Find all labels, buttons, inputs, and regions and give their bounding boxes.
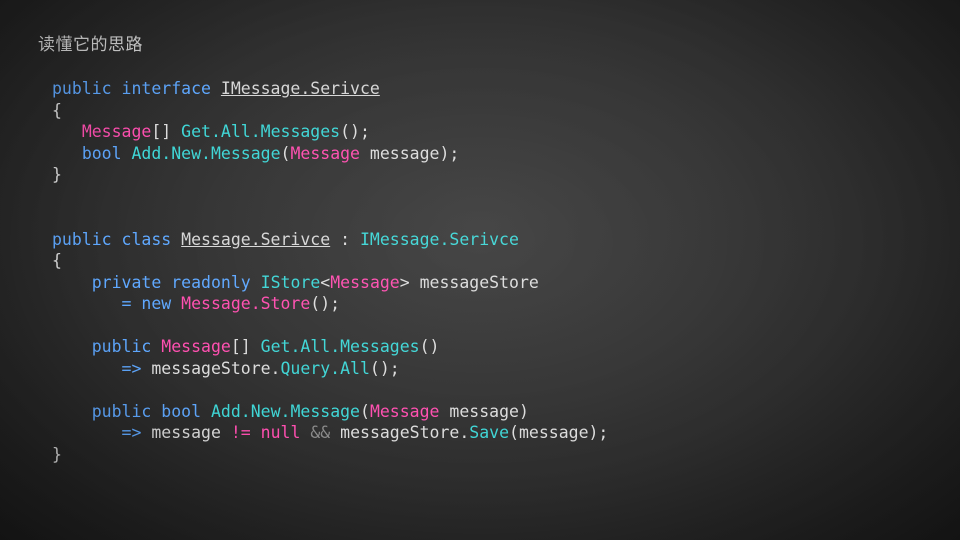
code-token: message) [439,401,529,421]
code-token: && [310,423,331,442]
code-token: bool [81,143,122,163]
code-token: Message [290,143,360,163]
code-token: } [52,165,62,184]
code-token: (); [369,358,400,378]
code-token: Add.New.Message [210,401,360,421]
code-line: => messageStore.Query.All(); [52,358,940,380]
code-token: (); [310,294,341,313]
code-token: public [91,401,152,421]
code-token: null [260,423,301,442]
code-token: != [230,423,251,442]
code-line: public Message[] Get.All.Messages() [52,336,940,358]
code-token: readonly [171,272,251,292]
code-token: [] [151,122,182,141]
code-line: => message != null && messageStore.Save(… [52,422,940,444]
code-token: Message [81,122,152,141]
code-token: Message [369,401,440,421]
code-line: public class Message.Serivce : IMessage.… [52,229,940,251]
code-token: IMessage.Serivce [359,229,519,249]
code-block: public interface IMessage.Serivce{ Messa… [52,78,940,465]
code-line: { [52,100,940,122]
code-token: [] [230,337,261,356]
code-token: ( [360,401,370,421]
code-token: message); [360,143,460,163]
code-token: Query.All [280,358,370,378]
slide-canvas: 读懂它的思路 public interface IMessage.Serivce… [0,0,960,540]
code-line: private readonly IStore<Message> message… [52,272,940,294]
code-line: } [52,164,940,186]
code-token: messageStore. [141,358,281,378]
code-line: = new Message.Store(); [52,293,940,315]
code-token: { [52,100,62,120]
code-token: IMessage.Serivce [220,79,380,98]
code-token: => [121,423,142,442]
code-token: IStore [260,272,321,292]
code-line: } [52,444,940,466]
code-token: Get.All.Messages [260,337,420,356]
code-line: public bool Add.New.Message(Message mess… [52,401,940,423]
code-token: => [121,358,142,378]
code-token: private [91,272,162,292]
code-token: { [52,251,62,270]
code-token: public [52,79,112,98]
code-token: public [91,337,152,356]
code-token: Save [469,423,510,442]
code-token: class [121,229,172,249]
code-token: () [419,337,440,356]
code-token: > messageStore [399,272,539,292]
code-token: (message); [509,423,609,442]
code-token: Message [161,337,231,356]
code-token: new [141,294,172,313]
code-line: bool Add.New.Message(Message message); [52,143,940,165]
code-token: public [52,229,112,249]
code-token: Get.All.Messages [181,122,341,141]
code-token: (); [340,122,370,141]
code-token: Add.New.Message [131,143,281,163]
code-token: Message [330,272,400,292]
page-title: 读懂它的思路 [38,35,143,55]
code-line: public interface IMessage.Serivce [52,78,940,100]
code-line: Message[] Get.All.Messages(); [52,121,940,143]
code-token: messageStore. [330,423,470,442]
code-token: Message.Serivce [181,229,331,249]
code-token: : [330,229,360,249]
code-token: = [52,294,142,313]
code-token: ( [280,143,291,163]
code-token: } [52,444,62,464]
code-token: bool [161,401,202,421]
code-token: message [141,423,231,442]
code-token: Message.Store [181,294,311,313]
code-token: < [320,272,331,292]
code-token: interface [121,79,211,98]
code-line: { [52,250,940,272]
